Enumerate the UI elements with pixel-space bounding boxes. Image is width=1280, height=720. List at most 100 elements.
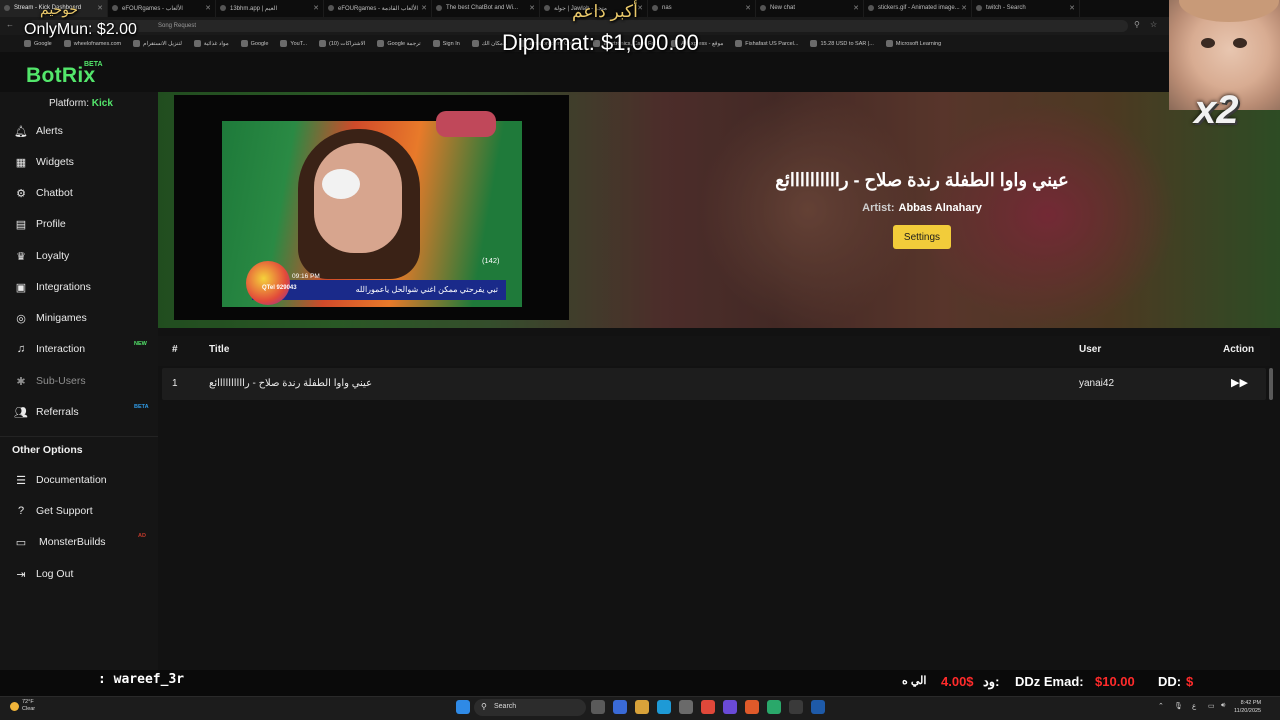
sidebar-item-profile[interactable]: ▤ Profile bbox=[14, 216, 66, 232]
tray-chevron-icon[interactable]: ⌃ bbox=[1158, 702, 1164, 710]
app-icon[interactable] bbox=[767, 700, 781, 714]
queue-table-header bbox=[158, 336, 1270, 366]
browser-tab[interactable]: twitch - Search ✕ bbox=[972, 0, 1080, 17]
bookmark-favicon-icon bbox=[280, 40, 288, 47]
bookmark-item[interactable]: (10) الاشتراكات bbox=[319, 40, 365, 47]
sidebar-item-loyalty[interactable]: ♛ Loyalty bbox=[14, 248, 69, 264]
bookmark-item[interactable]: Fishafast US Parcel... bbox=[735, 40, 798, 47]
browser-tab[interactable]: 13bhm.app | العيم ✕ bbox=[216, 0, 324, 17]
windows-start-icon[interactable] bbox=[456, 700, 470, 714]
bookmark-label: YouT... bbox=[290, 40, 308, 47]
tab-label: 13bhm.app | العيم bbox=[230, 6, 278, 12]
sidebar-item-sub-users[interactable]: ✱ Sub-Users bbox=[14, 373, 85, 389]
bookmark-item[interactable]: Google bbox=[24, 40, 52, 47]
sidebar-item-minigames[interactable]: ◎ Minigames bbox=[14, 310, 87, 326]
sidebar-item-get-support[interactable]: ? Get Support bbox=[14, 503, 93, 519]
task-view-icon[interactable] bbox=[591, 700, 605, 714]
sidebar-item-label: Chatbot bbox=[36, 187, 73, 199]
settings-button[interactable]: Settings bbox=[893, 225, 951, 249]
bookmark-item[interactable]: wheelofnames.com bbox=[63, 40, 121, 47]
ticker-username: : wareef_3r bbox=[98, 672, 185, 687]
ad-badge: AD bbox=[138, 533, 146, 539]
steam-icon[interactable] bbox=[811, 700, 825, 714]
skip-forward-icon[interactable]: ▶▶ bbox=[1231, 376, 1248, 389]
tab-favicon-icon bbox=[4, 5, 10, 11]
scrollbar[interactable] bbox=[1269, 368, 1273, 400]
close-tab-icon[interactable]: ✕ bbox=[97, 4, 103, 12]
browser-tab[interactable]: nas ✕ bbox=[648, 0, 756, 17]
bookmark-favicon-icon bbox=[193, 40, 201, 47]
sidebar-item-monsterbuilds[interactable]: ▭ MonsterBuilds bbox=[14, 534, 106, 550]
bookmark-item[interactable]: Google bbox=[240, 40, 268, 47]
sidebar-item-chatbot[interactable]: ⚙ Chatbot bbox=[14, 185, 73, 201]
bookmark-label: Microsoft Learning bbox=[895, 40, 942, 47]
obs-icon[interactable] bbox=[789, 700, 803, 714]
bookmark-item[interactable]: Sign In bbox=[432, 40, 460, 47]
discord-icon[interactable] bbox=[723, 700, 737, 714]
video-player[interactable]: تبي يفرحتي ممكن اغني شوالحل ياعمورالله Q… bbox=[174, 95, 569, 320]
taskbar-search[interactable]: ⚲ Search bbox=[474, 699, 586, 716]
bookmark-item[interactable]: Google ترجمة bbox=[377, 40, 421, 47]
ticker-item-text: DDz Emad: bbox=[1015, 674, 1084, 689]
bookmark-label: Google ترجمة bbox=[387, 40, 421, 47]
balloons-graphic bbox=[246, 261, 290, 305]
close-tab-icon[interactable]: ✕ bbox=[205, 4, 211, 12]
platform-label: Platform: bbox=[49, 98, 90, 109]
bookmark-item[interactable]: YouT... bbox=[280, 40, 307, 47]
close-tab-icon[interactable]: ✕ bbox=[961, 4, 967, 12]
tab-label: twitch - Search bbox=[986, 5, 1026, 11]
sidebar-item-alerts[interactable]: 🔔︎ Alerts bbox=[14, 123, 63, 139]
bookmark-item[interactable]: Microsoft Learning bbox=[885, 40, 942, 47]
close-tab-icon[interactable]: ✕ bbox=[637, 4, 643, 12]
close-tab-icon[interactable]: ✕ bbox=[421, 4, 427, 12]
bookmark-label: مواد غذائية bbox=[203, 40, 229, 47]
bookmark-label: Google bbox=[34, 40, 52, 47]
store-icon[interactable] bbox=[679, 700, 693, 714]
ticker-item-text: ود: bbox=[983, 674, 1000, 689]
taskbar-clock[interactable]: 8:42 PM 11/20/2025 bbox=[1234, 699, 1261, 715]
browser-tab[interactable]: New chat ✕ bbox=[756, 0, 864, 17]
bookmark-item[interactable]: لتنزيل الانستقرام bbox=[133, 40, 182, 47]
tab-label: nas bbox=[662, 5, 672, 11]
close-tab-icon[interactable]: ✕ bbox=[529, 4, 535, 12]
bookmark-label: Sign In bbox=[442, 40, 460, 47]
language-icon[interactable]: ع bbox=[1192, 702, 1196, 710]
edge-icon[interactable] bbox=[657, 700, 671, 714]
overlay-arabic-left: خوحيم bbox=[40, 1, 79, 17]
file-explorer-icon[interactable] bbox=[635, 700, 649, 714]
sidebar-item-widgets[interactable]: ▦ Widgets bbox=[14, 154, 74, 170]
weather-widget[interactable]: 72°F Clear bbox=[10, 699, 35, 713]
sidebar-item-documentation[interactable]: ☰ Documentation bbox=[14, 472, 107, 488]
browser-tab[interactable]: eFOURgames - الألعاب القادمة ✕ bbox=[324, 0, 432, 17]
weather-temp: 72°F bbox=[22, 699, 34, 705]
close-tab-icon[interactable]: ✕ bbox=[1069, 4, 1075, 12]
network-icon[interactable]: ▭ bbox=[1208, 702, 1215, 710]
id-card-icon: ▤ bbox=[15, 218, 27, 231]
sidebar-item-interaction[interactable]: ♫ Interaction bbox=[14, 341, 85, 357]
song-title: عيني واوا الطفلة رندة صلاح - راااااااااا… bbox=[775, 170, 1069, 190]
browser-tab[interactable]: stickers.gif - Animated image... ✕ bbox=[864, 0, 972, 17]
browser-tab[interactable]: The best ChatBot and Wi... ✕ bbox=[432, 0, 540, 17]
close-tab-icon[interactable]: ✕ bbox=[313, 4, 319, 12]
bookmark-item[interactable]: 15.28 USD to SAR |... bbox=[810, 40, 874, 47]
app-header bbox=[0, 52, 1280, 92]
close-tab-icon[interactable]: ✕ bbox=[853, 4, 859, 12]
bookmark-item[interactable]: مواد غذائية bbox=[193, 40, 229, 47]
microphone-icon[interactable]: 🎙︎ bbox=[1174, 702, 1183, 710]
close-tab-icon[interactable]: ✕ bbox=[745, 4, 751, 12]
sidebar-item-log-out[interactable]: ⇥ Log Out bbox=[14, 566, 73, 582]
firefox-icon[interactable] bbox=[745, 700, 759, 714]
copilot-icon[interactable] bbox=[613, 700, 627, 714]
sidebar-item-integrations[interactable]: ▣ Integrations bbox=[14, 279, 91, 295]
search-icon: ⚲ bbox=[481, 702, 487, 711]
zoom-icon[interactable]: ⚲ bbox=[1134, 20, 1140, 29]
sidebar-item-referrals[interactable]: 👥︎ Referrals bbox=[14, 404, 79, 420]
back-icon[interactable]: ← bbox=[6, 20, 14, 29]
browser-tab[interactable]: eFOURgames - الألعاب ✕ bbox=[108, 0, 216, 17]
volume-icon[interactable]: 🔊︎ bbox=[1221, 702, 1225, 710]
tab-label: eFOURgames - الألعاب القادمة bbox=[338, 6, 419, 12]
sidebar-item-label: Log Out bbox=[36, 568, 74, 580]
brave-icon[interactable] bbox=[701, 700, 715, 714]
ticker-item-text: DD: bbox=[1158, 674, 1182, 689]
star-icon[interactable]: ☆ bbox=[1150, 20, 1157, 29]
